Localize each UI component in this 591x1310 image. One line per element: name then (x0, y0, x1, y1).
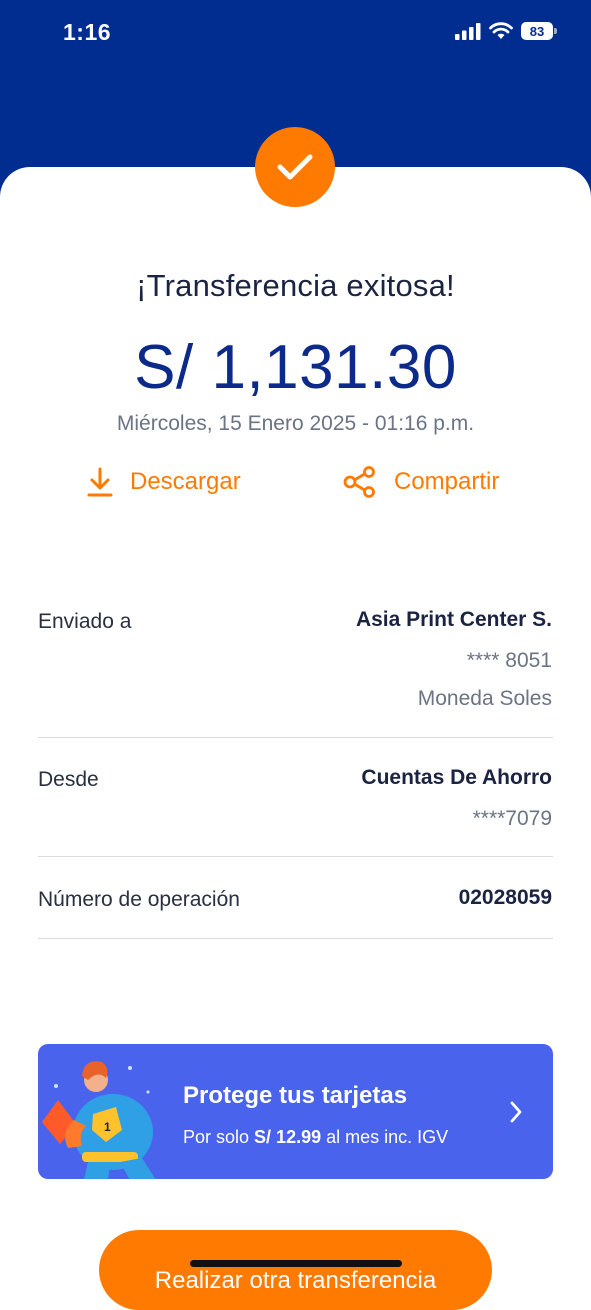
transfer-datetime: Miércoles, 15 Enero 2025 - 01:16 p.m. (116, 412, 475, 435)
recipient-name: Asia Print Center S. (355, 608, 552, 631)
battery-icon: 83 (521, 22, 557, 40)
promo-subtitle-prefix: Por solo (183, 1127, 255, 1147)
from-label: Desde (38, 768, 99, 791)
download-icon (87, 467, 113, 497)
promo-subtitle-suffix: al mes inc. IGV (321, 1127, 449, 1147)
divider (38, 856, 553, 857)
chevron-right-icon (510, 1101, 522, 1123)
recipient-currency: Moneda Soles (417, 687, 552, 710)
share-icon (343, 466, 375, 498)
home-indicator (190, 1260, 402, 1267)
download-button[interactable]: Descargar (86, 466, 241, 498)
status-time: 1:16 (63, 19, 112, 45)
from-account-number: ****7079 (472, 807, 552, 830)
divider (38, 938, 553, 939)
signal-icon (455, 22, 481, 40)
superhero-illustration: 1 (42, 1061, 156, 1179)
promo-price: S/ 12.99 (254, 1127, 322, 1147)
promo-subtitle: Por solo S/ 12.99 al mes inc. IGV (183, 1127, 448, 1148)
share-button[interactable]: Compartir (342, 466, 499, 498)
new-transfer-button[interactable]: Realizar otra transferencia (99, 1230, 492, 1310)
download-label: Descargar (130, 468, 241, 495)
promo-title: Protege tus tarjetas (183, 1082, 408, 1109)
operation-number: 02028059 (458, 886, 552, 909)
check-icon (277, 154, 313, 180)
operation-label: Número de operación (38, 888, 240, 911)
svg-text:1: 1 (104, 1120, 111, 1134)
share-label: Compartir (394, 468, 500, 495)
recipient-account: **** 8051 (466, 649, 552, 672)
card-protection-banner[interactable]: 1 Protege tus tarjetas Por solo S/ 12.99… (38, 1044, 553, 1179)
success-badge (255, 127, 335, 207)
status-bar: 1:16 83 (0, 0, 591, 70)
status-icons: 83 (455, 22, 557, 40)
divider (38, 737, 553, 738)
wifi-icon (489, 22, 513, 39)
success-title: ¡Transferencia exitosa! (136, 268, 455, 303)
from-account-type: Cuentas De Ahorro (361, 766, 552, 789)
sent-to-label: Enviado a (38, 610, 132, 633)
transfer-amount: S/ 1,131.30 (134, 333, 457, 402)
